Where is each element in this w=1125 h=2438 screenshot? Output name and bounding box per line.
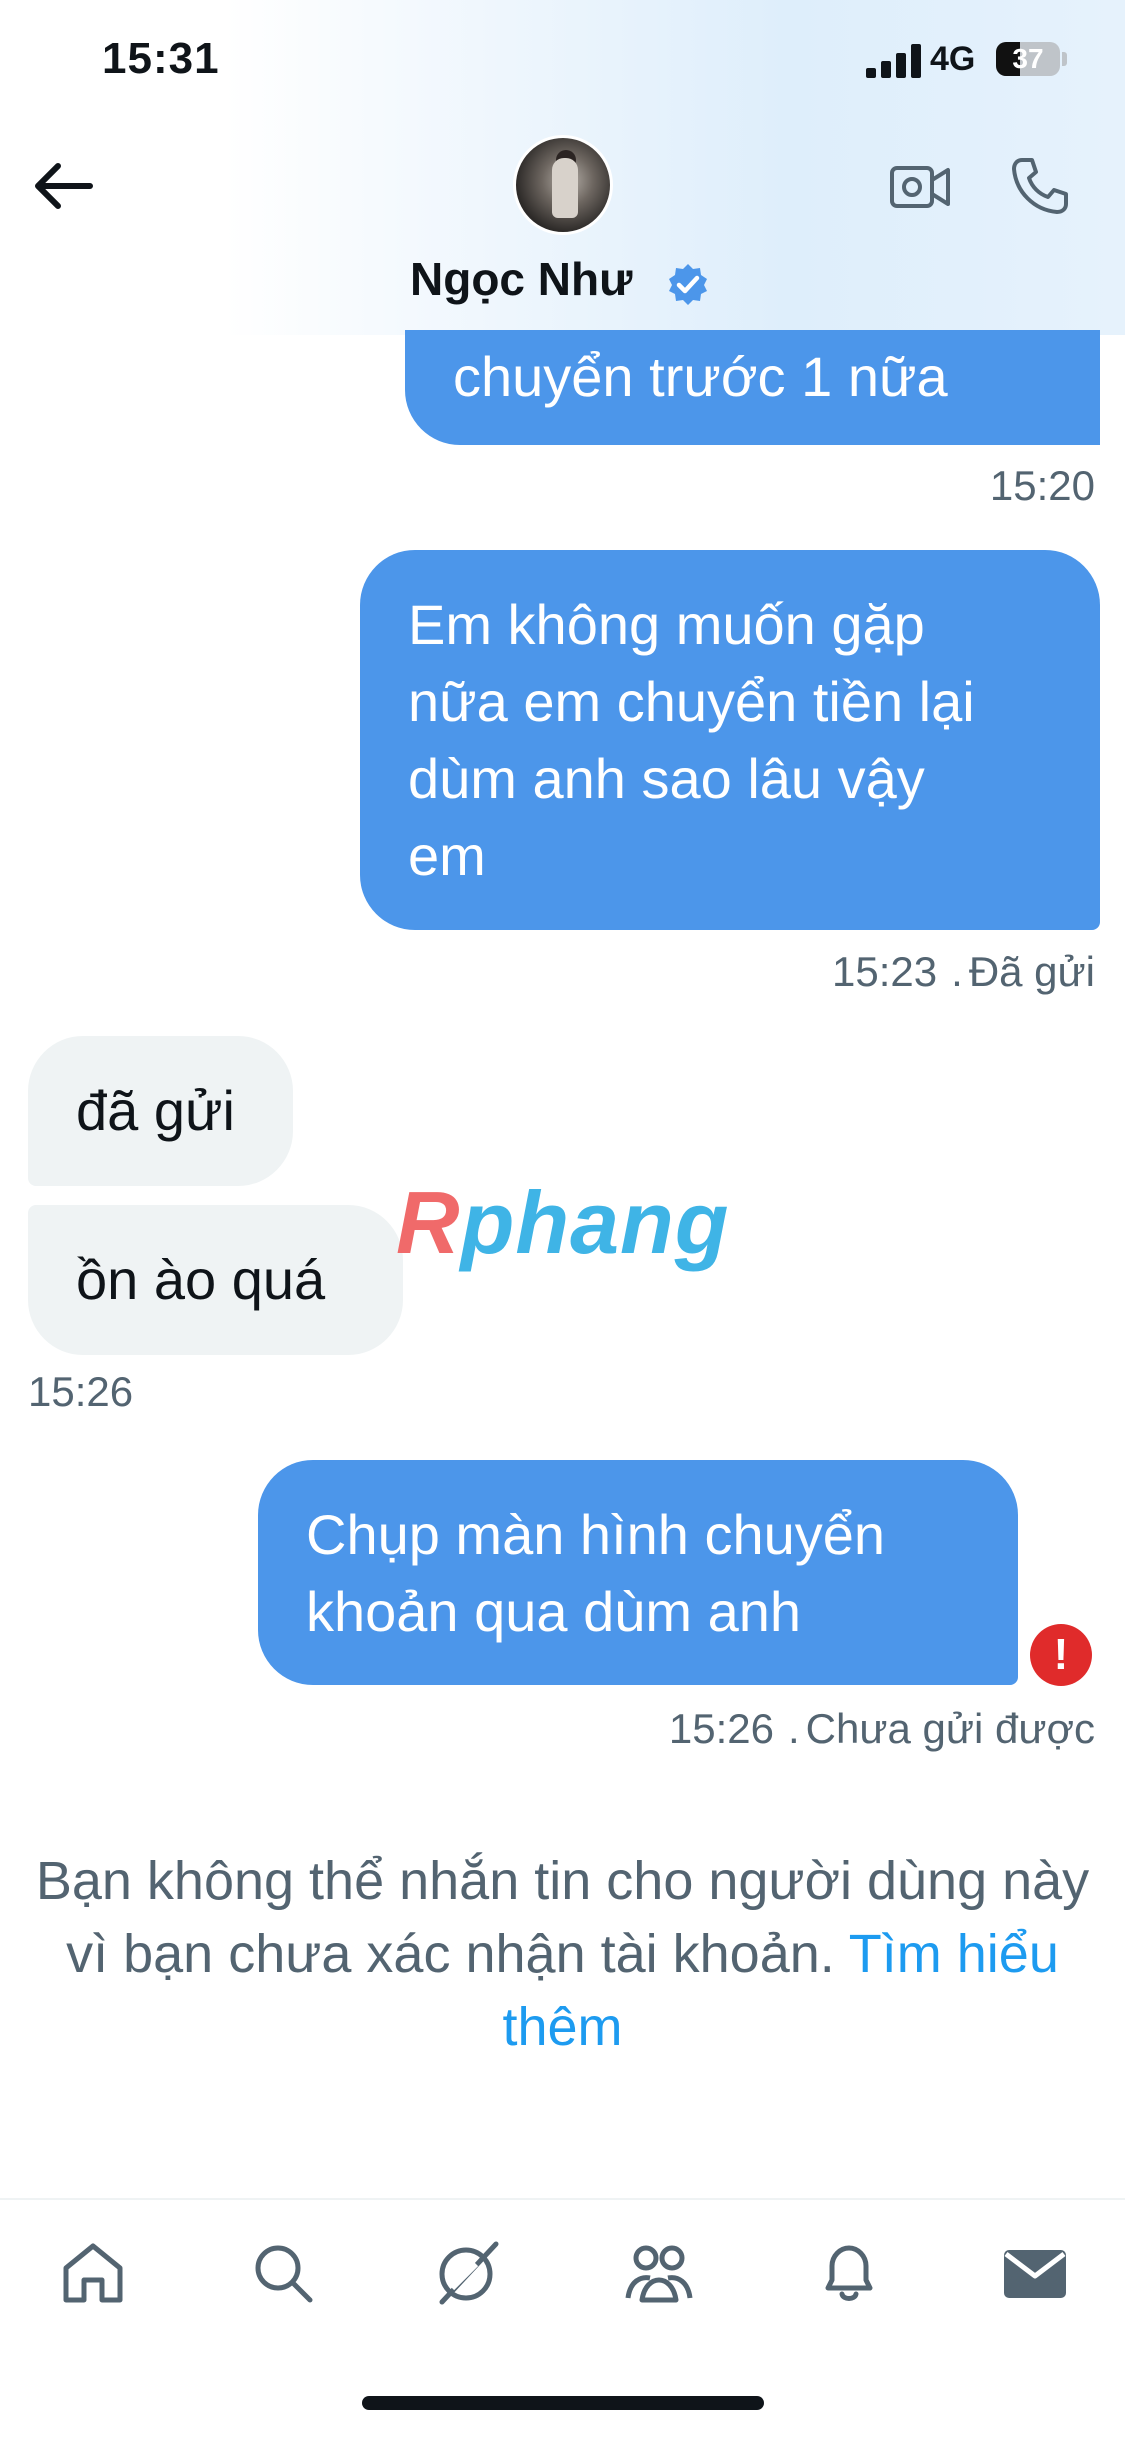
home-icon[interactable] [58,2238,128,2308]
battery-icon: 37 [996,42,1060,76]
message-time: 15:26 [28,1368,134,1415]
contact-name[interactable]: Ngọc Như [410,252,632,306]
communities-icon[interactable] [624,2238,694,2308]
avatar[interactable] [513,135,613,235]
message-time: 15:23 [832,948,938,995]
meta-separator: . [788,1705,800,1752]
status-bar: 15:31 4G 37 [0,0,1125,120]
incoming-message-bubble[interactable]: ồn ào quá [28,1205,403,1355]
verified-badge-icon [669,264,707,305]
message-line: chuyển trước 1 nữa [453,345,948,408]
status-time: 15:31 [102,34,220,83]
message-line: Em không muốn gặp [408,593,925,656]
outgoing-message-bubble[interactable]: chuyển trước 1 nữa [405,330,1100,445]
battery-level: 37 [1012,43,1044,74]
message-line: ồn ào quá [76,1248,326,1311]
message-timestamp: 15:23. Đã gửi [832,948,1095,996]
meta-separator: . [951,948,963,995]
search-icon[interactable] [248,2238,318,2308]
message-line: đã gửi [76,1079,235,1142]
messages-icon[interactable] [1000,2238,1070,2308]
battery-cap [1062,52,1067,66]
message-time: 15:26 [668,1705,774,1752]
phone-call-icon[interactable] [1008,154,1072,218]
send-error-icon[interactable]: ! [1030,1624,1092,1686]
message-line: dùm anh sao lâu vậy [408,747,925,810]
message-time: 15:20 [989,462,1095,509]
avatar-figure [552,158,578,218]
message-timestamp: 15:26. Chưa gửi được [669,1705,1095,1753]
message-line: Chụp màn hình chuyển [306,1503,886,1566]
signal-icon [866,44,921,78]
notifications-icon[interactable] [814,2238,884,2308]
outgoing-message-bubble[interactable]: Chụp màn hình chuyển khoản qua dùm anh [258,1460,1018,1685]
message-line: khoản qua dùm anh [306,1580,802,1643]
message-status: Đã gửi [968,948,1095,995]
network-type: 4G [930,40,976,78]
message-line: nữa em chuyển tiền lại [408,670,975,733]
outgoing-message-bubble[interactable]: Em không muốn gặp nữa em chuyển tiền lại… [360,550,1100,930]
back-arrow-icon[interactable] [28,158,98,214]
unverified-account-notice: Bạn không thể nhắn tin cho người dùng nà… [20,1845,1105,2064]
video-call-icon[interactable] [888,158,952,216]
message-timestamp: 15:26 [28,1368,133,1416]
message-status: Chưa gửi được [805,1705,1095,1752]
grok-icon[interactable] [432,2238,502,2308]
message-line: em [408,824,486,887]
watermark-logo: Rphang [396,1173,730,1272]
home-indicator[interactable] [362,2396,764,2410]
incoming-message-bubble[interactable]: đã gửi [28,1036,293,1186]
message-timestamp: 15:20 [990,462,1095,510]
